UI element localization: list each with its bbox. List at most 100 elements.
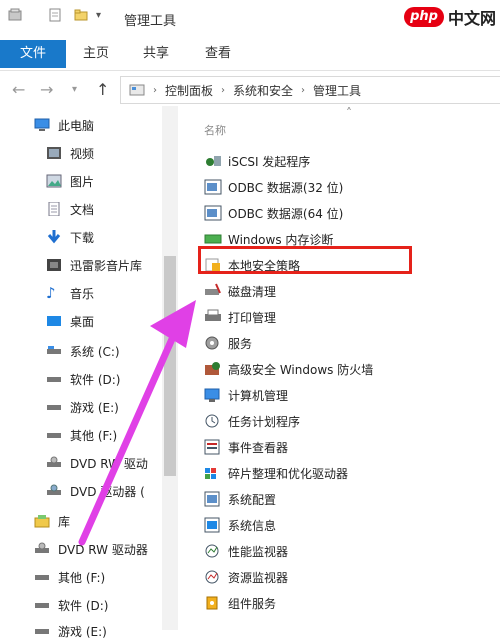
dvd-drive-icon [46, 484, 62, 498]
file-list: ˄ 名称 iSCSI 发起程序 ODBC 数据源(32 位) ODBC 数据源(… [196, 106, 500, 630]
tab-home[interactable]: 主页 [76, 42, 116, 66]
odbc-icon [204, 205, 222, 221]
nav-item-music[interactable]: ♪ 音乐 [46, 282, 94, 304]
drive-icon [46, 372, 62, 386]
recent-dropdown-icon[interactable]: ▾ [72, 84, 77, 95]
list-item[interactable]: 磁盘清理 [204, 280, 276, 302]
list-item[interactable]: iSCSI 发起程序 [204, 150, 310, 172]
column-header-name[interactable]: 名称 [204, 122, 226, 138]
nav-item-drive-d[interactable]: 软件 (D:) [46, 368, 120, 390]
list-item-label: 性能监视器 [228, 544, 289, 559]
nav-item-dvd-drive[interactable]: DVD 驱动器 ( [46, 480, 145, 502]
customize-toolbar-icon[interactable]: ▾ [96, 10, 110, 24]
nav-item-dvd-rw-2[interactable]: DVD RW 驱动器 [34, 538, 148, 560]
list-item[interactable]: 任务计划程序 [204, 410, 300, 432]
breadcrumb-item[interactable]: 管理工具 [313, 82, 361, 99]
properties-icon[interactable] [48, 8, 62, 22]
nav-item-label: 游戏 (E:) [58, 624, 107, 639]
nav-item-drive-c[interactable]: 系统 (C:) [46, 340, 120, 362]
nav-item-label: 其他 (F:) [70, 428, 118, 443]
list-item[interactable]: 打印管理 [204, 306, 276, 328]
nav-item-drive-f-2[interactable]: 其他 (F:) [34, 566, 105, 588]
system-info-icon [204, 517, 222, 533]
nav-pane-scrollbar[interactable] [162, 106, 178, 630]
highlight-box [198, 246, 412, 274]
control-panel-folder-icon [129, 83, 145, 97]
nav-item-videos[interactable]: 视频 [46, 142, 94, 164]
video-icon [46, 146, 62, 160]
desktop-icon [46, 314, 62, 328]
nav-item-label: DVD 驱动器 ( [70, 484, 145, 499]
nav-item-drive-d-2[interactable]: 软件 (D:) [34, 594, 108, 616]
nav-item-drive-e[interactable]: 游戏 (E:) [46, 396, 119, 418]
task-scheduler-icon [204, 413, 222, 429]
drive-icon [34, 598, 50, 612]
list-item[interactable]: ODBC 数据源(64 位) [204, 202, 343, 224]
list-item[interactable]: 性能监视器 [204, 540, 288, 562]
list-item[interactable]: 系统配置 [204, 488, 276, 510]
tab-share[interactable]: 共享 [136, 42, 176, 66]
drive-icon [46, 400, 62, 414]
list-item-label: Windows 内存诊断 [228, 232, 334, 247]
navigation-pane: 此电脑 视频 图片 文档 下载 迅雷影音片库 ♪ 音乐 桌面 系统 (C:) 软… [0, 106, 160, 639]
nav-item-pictures[interactable]: 图片 [46, 170, 94, 192]
odbc-icon [204, 179, 222, 195]
list-item[interactable]: 系统信息 [204, 514, 276, 536]
list-item-label: 打印管理 [228, 310, 277, 325]
nav-item-desktop[interactable]: 桌面 [46, 310, 94, 332]
list-item[interactable]: ODBC 数据源(32 位) [204, 176, 343, 198]
list-item[interactable]: 计算机管理 [204, 384, 288, 406]
breadcrumb-item[interactable]: 系统和安全 [233, 82, 293, 99]
nav-item-drive-e-2[interactable]: 游戏 (E:) [34, 620, 107, 642]
list-item-label: 事件查看器 [228, 440, 289, 455]
event-viewer-icon [204, 439, 222, 455]
nav-item-this-pc[interactable]: 此电脑 [34, 114, 94, 136]
memory-diagnostic-icon [204, 231, 222, 247]
new-folder-icon[interactable] [74, 8, 88, 22]
nav-item-label: 桌面 [70, 314, 95, 329]
tab-file[interactable]: 文件 [0, 40, 66, 68]
watermark-logo: php [404, 7, 444, 27]
services-icon [204, 335, 222, 351]
list-item[interactable]: 高级安全 Windows 防火墙 [204, 358, 373, 380]
tab-view[interactable]: 查看 [198, 42, 238, 66]
breadcrumb-separator-icon: › [221, 84, 226, 96]
nav-item-documents[interactable]: 文档 [46, 198, 94, 220]
list-item[interactable]: 服务 [204, 332, 252, 354]
breadcrumb-item[interactable]: 控制面板 [165, 82, 213, 99]
list-item-label: 高级安全 Windows 防火墙 [228, 362, 374, 377]
list-item[interactable]: 事件查看器 [204, 436, 288, 458]
back-arrow-icon[interactable]: ← [12, 80, 25, 99]
title-bar: ▾ 管理工具 php 中文网 [0, 0, 500, 36]
nav-item-label: 软件 (D:) [58, 598, 109, 613]
nav-item-label: 系统 (C:) [70, 344, 120, 359]
list-item-label: 系统配置 [228, 492, 277, 507]
nav-item-downloads[interactable]: 下载 [46, 226, 94, 248]
component-services-icon [204, 595, 222, 611]
list-item[interactable]: 组件服务 [204, 592, 276, 614]
list-item-label: 服务 [228, 336, 253, 351]
site-watermark: php 中文网 [404, 4, 496, 30]
breadcrumb: › 控制面板 › 系统和安全 › 管理工具 [120, 76, 500, 104]
nav-item-drive-f[interactable]: 其他 (F:) [46, 424, 117, 446]
music-icon: ♪ [46, 284, 56, 302]
list-item[interactable]: 碎片整理和优化驱动器 [204, 462, 348, 484]
system-config-icon [204, 491, 222, 507]
up-arrow-icon[interactable]: ↑ [96, 80, 109, 99]
list-item[interactable]: 资源监视器 [204, 566, 288, 588]
list-item-label: ODBC 数据源(64 位) [228, 206, 344, 221]
watermark-text: 中文网 [447, 9, 496, 28]
nav-item-dvd-rw[interactable]: DVD RW 驱动 [46, 452, 148, 474]
drive-icon [34, 570, 50, 584]
dvd-drive-icon [34, 542, 50, 556]
nav-item-libraries[interactable]: 库 [34, 510, 70, 532]
list-item-label: 组件服务 [228, 596, 277, 611]
list-item-label: 资源监视器 [228, 570, 289, 585]
document-icon [46, 201, 62, 217]
nav-item-media-library[interactable]: 迅雷影音片库 [46, 254, 142, 276]
nav-item-label: 库 [58, 514, 71, 529]
sort-ascending-icon: ˄ [346, 106, 352, 120]
scrollbar-thumb[interactable] [164, 256, 176, 476]
forward-arrow-icon[interactable]: → [40, 80, 53, 99]
download-icon [46, 230, 62, 244]
